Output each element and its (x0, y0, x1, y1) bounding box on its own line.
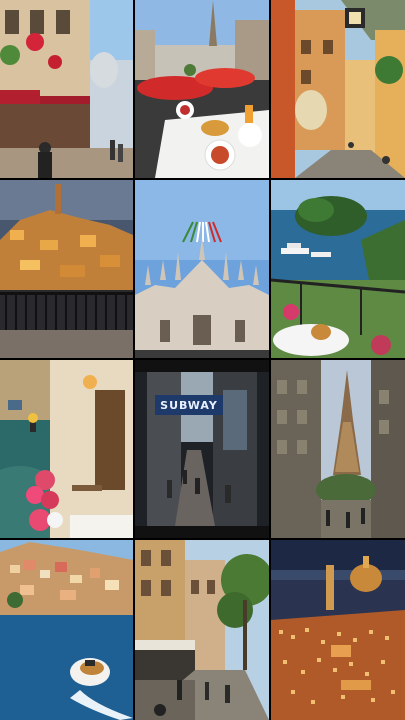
tile-subway-street: SUBWAY (135, 360, 269, 538)
tile-amalfi-boat (0, 540, 133, 720)
tile-coastal-island (271, 180, 405, 358)
tile-cafe-street (0, 0, 133, 178)
tile-milan-cathedral (135, 180, 269, 358)
tile-florence-night (271, 540, 405, 720)
tile-breakfast-balcony (135, 0, 269, 178)
tile-hilltop-town (0, 180, 133, 358)
photo-collage: SUBWAY (0, 0, 405, 720)
tile-shopping-street (135, 540, 269, 720)
tile-venice-canal (0, 360, 133, 538)
tile-eiffel-street (271, 360, 405, 538)
tile-lantern-alley (271, 0, 405, 178)
subway-sign-label: SUBWAY (160, 398, 218, 412)
